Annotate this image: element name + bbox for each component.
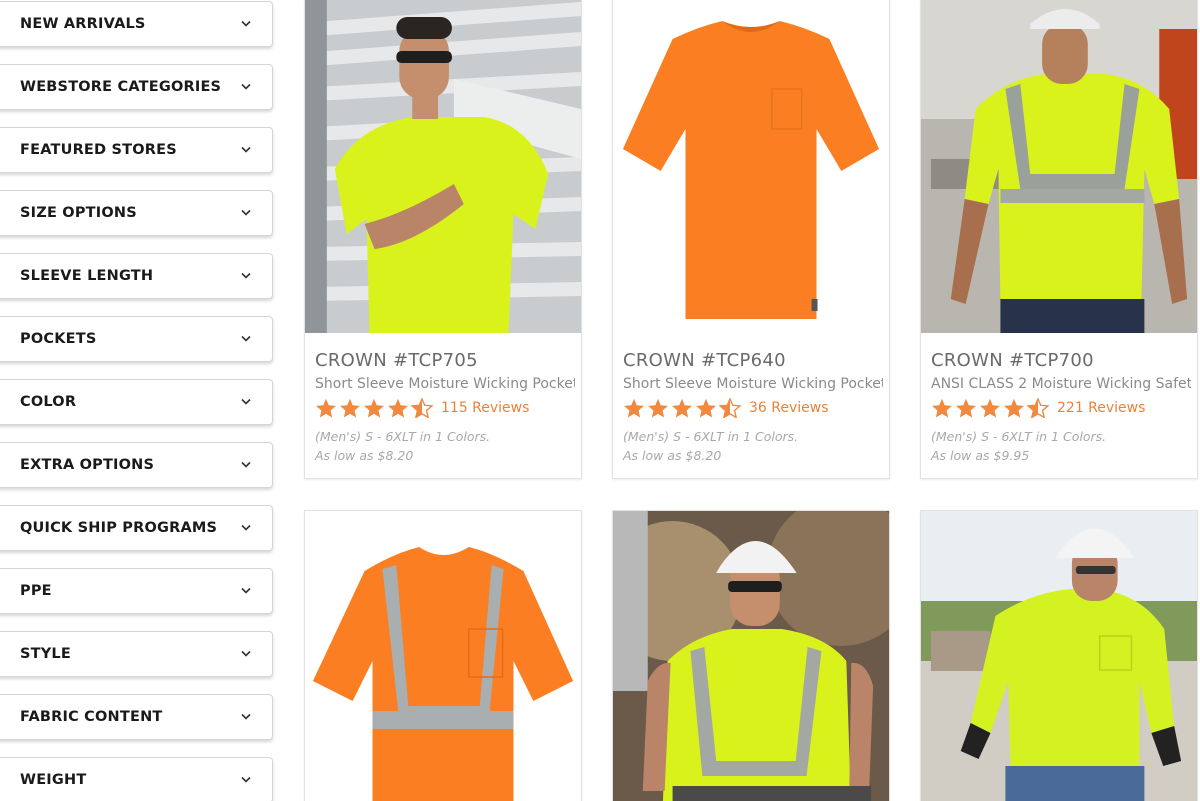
product-rating: 221 Reviews <box>931 397 1191 419</box>
chevron-down-icon <box>241 335 251 342</box>
star-icon <box>648 398 668 418</box>
filter-label: SIZE OPTIONS <box>20 205 137 221</box>
filter-label: NEW ARRIVALS <box>20 16 146 32</box>
filter-style[interactable]: STYLE <box>0 631 273 677</box>
star-icon <box>932 398 952 418</box>
product-price: As low as $9.95 <box>931 448 1030 463</box>
product-info: CROWN #TCP640 Short Sleeve Moisture Wick… <box>623 350 883 465</box>
filter-fabric-content[interactable]: FABRIC CONTENT <box>0 694 273 740</box>
chevron-down-icon <box>241 776 251 783</box>
product-sku[interactable]: CROWN #TCP640 <box>623 350 883 371</box>
star-icon <box>388 398 408 418</box>
star-icon <box>316 398 336 418</box>
star-half-icon <box>719 398 741 418</box>
product-card[interactable]: CROWN #TCP700 ANSI CLASS 2 Moisture Wick… <box>920 0 1198 479</box>
chevron-down-icon <box>241 20 251 27</box>
chevron-down-icon <box>241 83 251 90</box>
star-icon <box>956 398 976 418</box>
product-price: As low as $8.20 <box>315 448 414 463</box>
product-info: CROWN #TCP705 Short Sleeve Moisture Wick… <box>315 350 575 465</box>
reviews-link[interactable]: 221 Reviews <box>1057 400 1145 416</box>
filter-label: WEIGHT <box>20 772 87 788</box>
star-icon <box>672 398 692 418</box>
product-sku[interactable]: CROWN #TCP705 <box>315 350 575 371</box>
star-icon <box>624 398 644 418</box>
chevron-down-icon <box>241 209 251 216</box>
product-description[interactable]: Short Sleeve Moisture Wicking Pocket <box>315 376 575 392</box>
product-card[interactable]: CROWN #TCP640 Short Sleeve Moisture Wick… <box>612 0 890 479</box>
star-rating <box>931 398 1051 418</box>
product-rating: 115 Reviews <box>315 397 575 419</box>
filter-pockets[interactable]: POCKETS <box>0 316 273 362</box>
filter-label: STYLE <box>20 646 71 662</box>
chevron-down-icon <box>241 713 251 720</box>
product-card[interactable] <box>920 510 1198 801</box>
filter-weight[interactable]: WEIGHT <box>0 757 273 801</box>
product-image[interactable] <box>921 511 1197 801</box>
filter-extra-options[interactable]: EXTRA OPTIONS <box>0 442 273 488</box>
filter-sleeve-length[interactable]: SLEEVE LENGTH <box>0 253 273 299</box>
product-image[interactable] <box>921 0 1197 333</box>
product-sizes: (Men's) S - 6XLT in 1 Colors. <box>315 429 491 444</box>
chevron-down-icon <box>241 524 251 531</box>
product-image[interactable] <box>305 0 581 333</box>
reviews-link[interactable]: 115 Reviews <box>441 400 529 416</box>
chevron-down-icon <box>241 272 251 279</box>
product-sizes: (Men's) S - 6XLT in 1 Colors. <box>931 429 1107 444</box>
star-half-icon <box>411 398 433 418</box>
filter-label: SLEEVE LENGTH <box>20 268 154 284</box>
star-rating <box>315 398 435 418</box>
filter-label: COLOR <box>20 394 77 410</box>
product-image[interactable] <box>613 0 889 333</box>
filter-label: EXTRA OPTIONS <box>20 457 155 473</box>
filter-webstore-categories[interactable]: WEBSTORE CATEGORIES <box>0 64 273 110</box>
chevron-down-icon <box>241 146 251 153</box>
star-icon <box>696 398 716 418</box>
reviews-link[interactable]: 36 Reviews <box>749 400 829 416</box>
filter-label: POCKETS <box>20 331 97 347</box>
chevron-down-icon <box>241 461 251 468</box>
filter-label: FABRIC CONTENT <box>20 709 163 725</box>
product-sku[interactable]: CROWN #TCP700 <box>931 350 1191 371</box>
product-image[interactable] <box>305 511 581 801</box>
chevron-down-icon <box>241 587 251 594</box>
product-rating: 36 Reviews <box>623 397 883 419</box>
filter-label: FEATURED STORES <box>20 142 177 158</box>
filter-size-options[interactable]: SIZE OPTIONS <box>0 190 273 236</box>
product-card[interactable]: CROWN #TCP705 Short Sleeve Moisture Wick… <box>304 0 582 479</box>
filter-new-arrivals[interactable]: NEW ARRIVALS <box>0 1 273 47</box>
star-icon <box>1004 398 1024 418</box>
star-half-icon <box>1027 398 1049 418</box>
product-description[interactable]: Short Sleeve Moisture Wicking Pocket <box>623 376 883 392</box>
product-price: As low as $8.20 <box>623 448 722 463</box>
filter-label: QUICK SHIP PROGRAMS <box>20 520 218 536</box>
product-sizes: (Men's) S - 6XLT in 1 Colors. <box>623 429 799 444</box>
filter-featured-stores[interactable]: FEATURED STORES <box>0 127 273 173</box>
star-icon <box>364 398 384 418</box>
star-rating <box>623 398 743 418</box>
product-info: CROWN #TCP700 ANSI CLASS 2 Moisture Wick… <box>931 350 1191 465</box>
filter-quick-ship-programs[interactable]: QUICK SHIP PROGRAMS <box>0 505 273 551</box>
star-icon <box>340 398 360 418</box>
product-card[interactable] <box>612 510 890 801</box>
product-image[interactable] <box>613 511 889 801</box>
filter-ppe[interactable]: PPE <box>0 568 273 614</box>
filter-sidebar: NEW ARRIVALS WEBSTORE CATEGORIES FEATURE… <box>0 0 273 801</box>
product-description[interactable]: ANSI CLASS 2 Moisture Wicking Safety <box>931 376 1191 392</box>
filter-color[interactable]: COLOR <box>0 379 273 425</box>
chevron-down-icon <box>241 398 251 405</box>
filter-label: WEBSTORE CATEGORIES <box>20 79 222 95</box>
star-icon <box>980 398 1000 418</box>
filter-label: PPE <box>20 583 52 599</box>
product-card[interactable] <box>304 510 582 801</box>
chevron-down-icon <box>241 650 251 657</box>
